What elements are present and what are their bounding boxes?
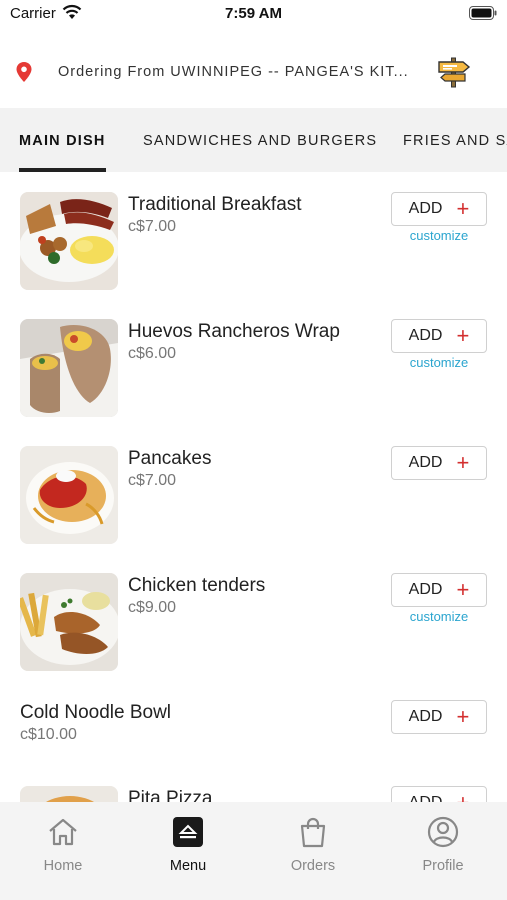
dish-price: c$10.00	[20, 726, 77, 743]
nav-home[interactable]: Home	[13, 816, 113, 886]
tab-main-dish[interactable]: MAIN DISH	[19, 108, 106, 172]
tab-fries-and-sa[interactable]: FRIES AND SA	[403, 108, 507, 172]
location-bar[interactable]: Ordering From UWINNIPEG -- PANGEA'S KIT.…	[0, 36, 507, 108]
status-bar: Carrier 7:59 AM	[0, 0, 507, 28]
dish-image-traditional-breakfast	[20, 192, 118, 290]
dish-name: Huevos Rancheros Wrap	[128, 321, 340, 342]
home-icon	[49, 818, 77, 846]
bottom-nav: Home Menu Orders Profile	[0, 802, 507, 900]
tab-label: FRIES AND SA	[403, 133, 507, 149]
add-label: ADD	[408, 708, 443, 725]
dish-name: Pancakes	[128, 448, 212, 469]
add-label: ADD	[409, 794, 443, 802]
dish-image-chicken-tenders	[20, 573, 118, 671]
dish-price: c$9.00	[128, 599, 177, 616]
nav-label: Profile	[422, 858, 464, 874]
add-label: ADD	[408, 454, 443, 471]
plus-icon: +	[456, 577, 470, 602]
plus-icon: +	[456, 704, 470, 729]
add-label: ADD	[408, 200, 443, 217]
nav-label: Menu	[169, 858, 207, 874]
dish-image-huevos-rancheros-wrap	[20, 319, 118, 417]
tab-sandwiches-and-burgers[interactable]: SANDWICHES AND BURGERS	[143, 108, 377, 172]
menu-icon	[173, 817, 203, 847]
menu-item-traditional-breakfast[interactable]: Traditional Breakfast c$7.00 ADD + custo…	[0, 172, 507, 299]
tab-label: MAIN DISH	[19, 133, 106, 149]
menu-item-pancakes[interactable]: Pancakes c$7.00 ADD +	[0, 426, 507, 553]
profile-icon	[427, 816, 459, 848]
plus-icon: +	[456, 450, 470, 475]
menu-item-huevos-rancheros-wrap[interactable]: Huevos Rancheros Wrap c$6.00 ADD + custo…	[0, 299, 507, 426]
plus-icon: +	[456, 792, 469, 803]
menu-item-pita-pizza[interactable]: Pita Pizza ADD +	[0, 766, 507, 802]
signpost-icon[interactable]	[436, 56, 472, 88]
category-tabs: MAIN DISH SANDWICHES AND BURGERS FRIES A…	[0, 108, 507, 172]
nav-label: Orders	[290, 858, 336, 874]
nav-profile[interactable]: Profile	[393, 816, 493, 886]
add-button[interactable]: ADD +	[391, 786, 487, 802]
shopping-bag-icon	[300, 817, 326, 848]
tab-label: SANDWICHES AND BURGERS	[143, 133, 378, 149]
dish-price: c$6.00	[128, 345, 177, 362]
nav-label: Home	[43, 858, 83, 874]
dish-image-pita-pizza	[20, 786, 118, 802]
location-text: Ordering From UWINNIPEG -- PANGEA'S KIT.…	[58, 64, 409, 80]
add-button[interactable]: ADD +	[391, 700, 487, 734]
dish-name: Chicken tenders	[128, 575, 266, 596]
dish-name: Cold Noodle Bowl	[20, 702, 172, 723]
customize-link[interactable]: customize	[391, 609, 487, 624]
add-button[interactable]: ADD +	[391, 319, 487, 353]
dish-image-pancakes	[20, 446, 118, 544]
add-button[interactable]: ADD +	[391, 573, 487, 607]
menu-item-chicken-tenders[interactable]: Chicken tenders c$9.00 ADD + customize	[0, 553, 507, 680]
map-pin-icon	[16, 62, 32, 82]
dish-price: c$7.00	[128, 218, 177, 235]
customize-link[interactable]: customize	[391, 355, 487, 370]
nav-orders[interactable]: Orders	[263, 816, 363, 886]
add-button[interactable]: ADD +	[391, 192, 487, 226]
status-time: 7:59 AM	[225, 5, 282, 22]
plus-icon: +	[456, 323, 470, 348]
dish-price: c$7.00	[128, 472, 177, 489]
add-label: ADD	[408, 327, 443, 344]
plus-icon: +	[456, 196, 470, 221]
add-button[interactable]: ADD +	[391, 446, 487, 480]
customize-link[interactable]: customize	[391, 228, 487, 243]
battery-icon	[469, 6, 497, 20]
dish-name: Pita Pizza	[128, 788, 213, 802]
dish-name: Traditional Breakfast	[128, 194, 302, 215]
add-label: ADD	[408, 581, 443, 598]
nav-menu[interactable]: Menu	[138, 816, 238, 886]
menu-list[interactable]: Traditional Breakfast c$7.00 ADD + custo…	[0, 172, 507, 802]
